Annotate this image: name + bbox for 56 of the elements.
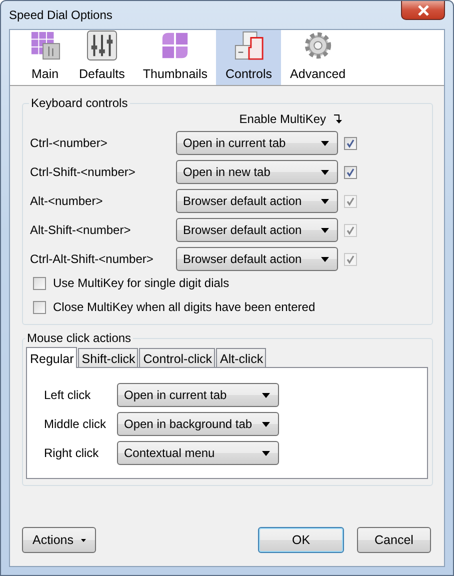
group-title: Mouse click actions <box>26 331 132 345</box>
check-icon <box>345 196 356 206</box>
check-icon <box>345 166 356 178</box>
shortcut-label: Alt-Shift-<number> <box>30 223 132 237</box>
action-dropdown[interactable]: Contextual menu <box>117 441 279 465</box>
check-icon <box>345 138 356 148</box>
click-label: Middle click <box>44 417 108 431</box>
dropdown-arrow-icon <box>321 140 329 146</box>
toolbar-tab[interactable]: Defaults <box>70 30 134 85</box>
click-label: Right click <box>44 446 100 460</box>
multikey-checkbox[interactable] <box>344 136 357 150</box>
shortcut-label: Alt-<number> <box>30 194 104 208</box>
toolbar-tab[interactable]: Thumbnails <box>134 30 216 85</box>
action-dropdown[interactable]: Browser default action <box>176 189 338 213</box>
click-tab[interactable]: Shift-click <box>78 348 138 367</box>
shortcut-label: Ctrl-<number> <box>30 136 108 150</box>
caret-icon <box>80 538 86 542</box>
check-icon <box>345 224 356 236</box>
close-button[interactable] <box>401 1 445 20</box>
action-dropdown[interactable]: Open in background tab <box>117 412 279 436</box>
action-dropdown[interactable]: Browser default action <box>176 218 338 242</box>
click-tab[interactable]: Control-click <box>139 348 216 367</box>
ok-button[interactable]: OK <box>258 527 344 553</box>
action-dropdown[interactable]: Open in current tab <box>117 383 279 407</box>
toolbar-tab[interactable]: Main <box>20 30 70 85</box>
column-header: Enable MultiKey <box>239 112 326 126</box>
option-checkbox[interactable] <box>33 300 46 314</box>
grid-icon <box>29 30 61 61</box>
option-label: Close MultiKey when all digits have been entered <box>53 300 316 314</box>
check-icon <box>345 254 356 264</box>
dropdown-arrow-icon <box>321 170 329 174</box>
action-dropdown[interactable]: Browser default action <box>176 247 338 271</box>
action-dropdown[interactable]: Open in current tab <box>176 131 338 155</box>
click-tab[interactable]: Alt-click <box>216 348 266 367</box>
dropdown-arrow-icon <box>321 256 329 262</box>
click-label: Left click <box>44 388 92 402</box>
dropdown-arrow-icon <box>262 422 270 426</box>
hook-arrow-icon <box>334 114 344 124</box>
group-title: Keyboard controls <box>30 96 129 110</box>
shortcut-label: Ctrl-Alt-Shift-<number> <box>30 252 154 266</box>
dropdown-arrow-icon <box>262 392 270 398</box>
cancel-button[interactable]: Cancel <box>357 527 431 553</box>
toolbar-tab[interactable]: Controls <box>216 30 282 85</box>
window-title: Speed Dial Options <box>9 8 112 22</box>
toolbar-tab[interactable]: Advanced <box>281 30 355 85</box>
actions-button[interactable]: Actions <box>22 527 96 553</box>
shortcut-label: Ctrl-Shift-<number> <box>30 165 136 179</box>
click-tab[interactable]: Regular <box>26 347 77 368</box>
multikey-checkbox[interactable] <box>344 166 357 178</box>
close-icon <box>416 4 430 16</box>
action-dropdown[interactable]: Open in new tab <box>176 160 338 184</box>
dropdown-arrow-icon <box>321 228 329 232</box>
option-checkbox[interactable] <box>33 276 46 290</box>
dropdown-arrow-icon <box>262 450 270 456</box>
dropdown-arrow-icon <box>321 198 329 204</box>
option-label: Use MultiKey for single digit dials <box>53 276 230 290</box>
